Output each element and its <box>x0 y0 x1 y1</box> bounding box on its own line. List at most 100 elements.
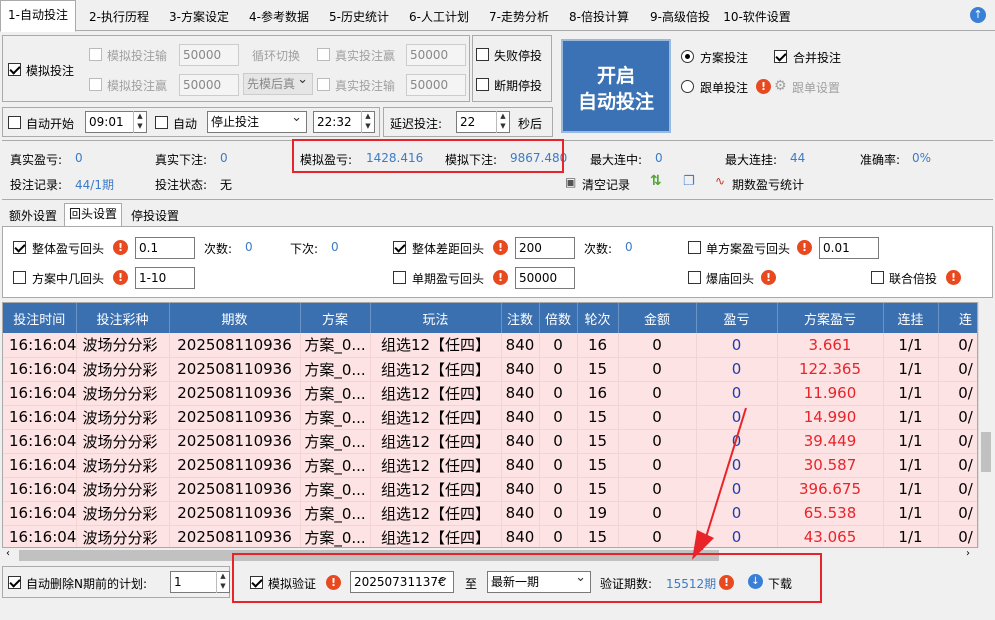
gear-icon[interactable]: ⚙ <box>774 78 787 94</box>
single-plan-back-checkbox[interactable] <box>688 241 701 254</box>
column-header[interactable]: 倍数 <box>539 303 578 333</box>
warning-icon: ! <box>113 270 128 285</box>
sim-win-checkbox[interactable] <box>89 78 102 91</box>
clear-records-button[interactable]: 清空记录 <box>582 176 630 193</box>
tab-plan-settings[interactable]: 3-方案设定 <box>160 2 238 31</box>
fail-stop-checkbox[interactable] <box>476 48 489 61</box>
clear-icon[interactable]: ▣ <box>565 175 576 189</box>
warning-icon: ! <box>756 79 771 94</box>
tab-history-stats[interactable]: 5-历史统计 <box>320 2 398 31</box>
tab-trend-analysis[interactable]: 7-走势分析 <box>480 2 558 31</box>
subtab-back-settings[interactable]: 回头设置 <box>64 203 123 227</box>
up-arrow-icon[interactable]: ↑ <box>970 7 986 23</box>
auto-start-checkbox[interactable] <box>8 116 21 129</box>
real-win-checkbox[interactable] <box>317 48 330 61</box>
merge-bet-checkbox[interactable] <box>774 50 787 63</box>
end-time-spinner[interactable]: ▲ ▼ <box>361 111 374 133</box>
follow-bet-label: 跟单投注 <box>700 81 749 95</box>
plan-hit-back-label: 方案中几回头 <box>32 272 105 286</box>
single-plan-back-input[interactable]: 0.01 <box>819 237 879 259</box>
table-cell: 方案_0... <box>300 477 371 502</box>
stop-mode-select[interactable]: 停止投注 <box>207 111 307 133</box>
follow-bet-radio[interactable] <box>681 80 694 93</box>
real-lose-label: 真实投注输 <box>335 79 396 93</box>
sim-bet-checkbox[interactable] <box>8 63 21 76</box>
vertical-scrollbar[interactable] <box>978 302 993 548</box>
order-select[interactable]: 先模后真 <box>243 73 313 95</box>
sim-win-input[interactable]: 50000 <box>179 74 239 96</box>
table-cell: 组选12【任四】 <box>370 333 502 358</box>
column-header[interactable]: 金额 <box>618 303 697 333</box>
sim-lose-checkbox[interactable] <box>89 48 102 61</box>
start-auto-bet-button[interactable]: 开启 自动投注 <box>561 39 671 133</box>
table-row[interactable]: 16:16:04 波场分分彩 202508110936 方案_0... 组选12【任四】… <box>3 333 977 358</box>
table-cell: 202508110936 <box>169 453 301 478</box>
table-cell: 3.661 <box>777 333 884 358</box>
column-header[interactable]: 连挂 <box>883 303 939 333</box>
sim-lose-input[interactable]: 50000 <box>179 44 239 66</box>
total-pl-back-label: 整体盈亏回头 <box>32 242 105 256</box>
scroll-right-icon[interactable]: › <box>966 548 970 559</box>
total-pl-back-input[interactable]: 0.1 <box>135 237 195 259</box>
table-row[interactable]: 16:16:04 波场分分彩 202508110936 方案_0... 组选12【任四】… <box>3 405 977 430</box>
table-cell: 0 <box>618 357 697 382</box>
start-time-spinner[interactable]: ▲ ▼ <box>133 111 146 133</box>
column-header[interactable]: 方案 <box>300 303 371 333</box>
total-diff-back-checkbox[interactable] <box>393 241 406 254</box>
next-label: 下次: <box>290 242 319 256</box>
real-win-input[interactable]: 50000 <box>406 44 466 66</box>
column-header[interactable]: 注数 <box>501 303 540 333</box>
tab-auto-bet[interactable]: 1-自动投注 <box>0 0 76 32</box>
column-header[interactable]: 连 <box>938 303 977 333</box>
plan-hit-back-input[interactable]: 1-10 <box>135 267 195 289</box>
column-header[interactable]: 投注时间 <box>3 303 77 333</box>
auto-delete-spinner[interactable]: ▲ ▼ <box>216 571 229 593</box>
table-row[interactable]: 16:16:04 波场分分彩 202508110936 方案_0... 组选12【任四】… <box>3 525 977 547</box>
tab-history[interactable]: 2-执行历程 <box>80 2 158 31</box>
plan-bet-radio[interactable] <box>681 50 694 63</box>
column-header[interactable]: 期数 <box>169 303 301 333</box>
sort-arrows-icon[interactable]: ⇅ <box>650 173 662 189</box>
single-period-back-checkbox[interactable] <box>393 271 406 284</box>
copy-window-icon[interactable]: ❐ <box>683 174 695 189</box>
subtab-stop-settings[interactable]: 停投设置 <box>126 205 184 227</box>
table-row[interactable]: 16:16:04 波场分分彩 202508110936 方案_0... 组选12【任四】… <box>3 501 977 526</box>
total-pl-back-checkbox[interactable] <box>13 241 26 254</box>
total-diff-back-input[interactable]: 200 <box>515 237 575 259</box>
table-row[interactable]: 16:16:04 波场分分彩 202508110936 方案_0... 组选12【任四】… <box>3 453 977 478</box>
scroll-left-icon[interactable]: ‹ <box>6 548 10 559</box>
real-lose-input[interactable]: 50000 <box>406 74 466 96</box>
column-header[interactable]: 玩法 <box>370 303 502 333</box>
chart-icon[interactable]: ∿ <box>715 174 725 188</box>
tab-advanced-multiplier[interactable]: 9-高级倍投 <box>640 2 720 31</box>
single-period-back-input[interactable]: 50000 <box>515 267 575 289</box>
tab-multiplier-calc[interactable]: 8-倍投计算 <box>560 2 638 31</box>
table-cell: 202508110936 <box>169 405 301 430</box>
column-header[interactable]: 方案盈亏 <box>777 303 884 333</box>
table-row[interactable]: 16:16:04 波场分分彩 202508110936 方案_0... 组选12【任四】… <box>3 477 977 502</box>
start-line1: 开启 <box>596 65 635 87</box>
column-header[interactable]: 轮次 <box>577 303 619 333</box>
column-header[interactable]: 投注彩种 <box>76 303 170 333</box>
joint-multi-checkbox[interactable] <box>871 271 884 284</box>
auto-delete-checkbox[interactable] <box>8 576 21 589</box>
plan-hit-back-checkbox[interactable] <box>13 271 26 284</box>
seconds-label: 秒后 <box>518 117 543 131</box>
tab-software-settings[interactable]: 10-软件设置 <box>720 2 794 31</box>
subtab-extra-settings[interactable]: 额外设置 <box>4 205 62 227</box>
burst-back-checkbox[interactable] <box>688 271 701 284</box>
table-row[interactable]: 16:16:04 波场分分彩 202508110936 方案_0... 组选12【任四】… <box>3 357 977 382</box>
vertical-scroll-thumb[interactable] <box>981 432 991 472</box>
tab-reference-data[interactable]: 4-参考数据 <box>240 2 318 31</box>
table-cell: 840 <box>501 333 540 358</box>
table-row[interactable]: 16:16:04 波场分分彩 202508110936 方案_0... 组选12【任四】… <box>3 429 977 454</box>
column-header[interactable]: 盈亏 <box>696 303 778 333</box>
delay-spinner[interactable]: ▲ ▼ <box>496 111 509 133</box>
real-lose-checkbox[interactable] <box>317 78 330 91</box>
auto-stop-checkbox[interactable] <box>155 116 168 129</box>
period-stats-button[interactable]: 期数盈亏统计 <box>732 176 804 193</box>
follow-settings-label[interactable]: 跟单设置 <box>792 79 840 96</box>
table-row[interactable]: 16:16:04 波场分分彩 202508110936 方案_0... 组选12【任四】… <box>3 381 977 406</box>
break-stop-checkbox[interactable] <box>476 78 489 91</box>
tab-manual-plan[interactable]: 6-人工计划 <box>400 2 478 31</box>
